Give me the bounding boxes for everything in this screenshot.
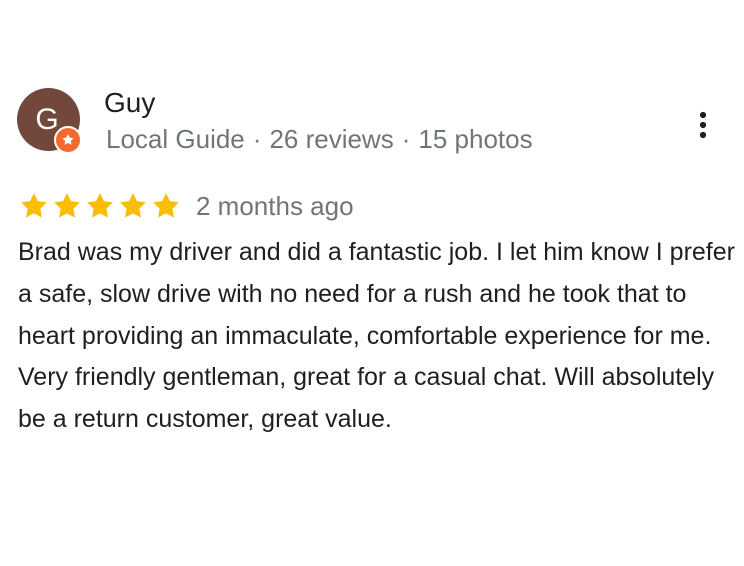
photos-count: 15 photos bbox=[418, 124, 533, 154]
meta-separator: · bbox=[401, 124, 411, 154]
author-name[interactable]: Guy bbox=[104, 86, 155, 120]
author-meta: Local Guide · 26 reviews · 15 photos bbox=[106, 123, 533, 155]
more-options-button[interactable] bbox=[683, 103, 723, 147]
star-icon bbox=[62, 134, 74, 145]
reviews-count: 26 reviews bbox=[269, 124, 394, 154]
local-guide-badge bbox=[54, 126, 82, 154]
star-icon bbox=[54, 193, 80, 218]
more-vertical-icon bbox=[699, 111, 707, 139]
review-date: 2 months ago bbox=[196, 191, 354, 221]
star-rating bbox=[18, 190, 182, 222]
star-icon bbox=[21, 193, 47, 218]
local-guide-status: Local Guide bbox=[106, 124, 245, 154]
star-icon bbox=[120, 193, 146, 218]
review-card: G Guy Local Guide · 26 reviews · 15 photos 2… bbox=[0, 0, 744, 566]
rating-row: 2 months ago bbox=[18, 188, 354, 224]
star-icon bbox=[153, 193, 179, 218]
meta-separator: · bbox=[252, 124, 262, 154]
avatar-initial: G bbox=[35, 103, 59, 136]
review-text: Brad was my driver and did a fantastic j… bbox=[18, 238, 735, 434]
star-icon bbox=[87, 193, 113, 218]
